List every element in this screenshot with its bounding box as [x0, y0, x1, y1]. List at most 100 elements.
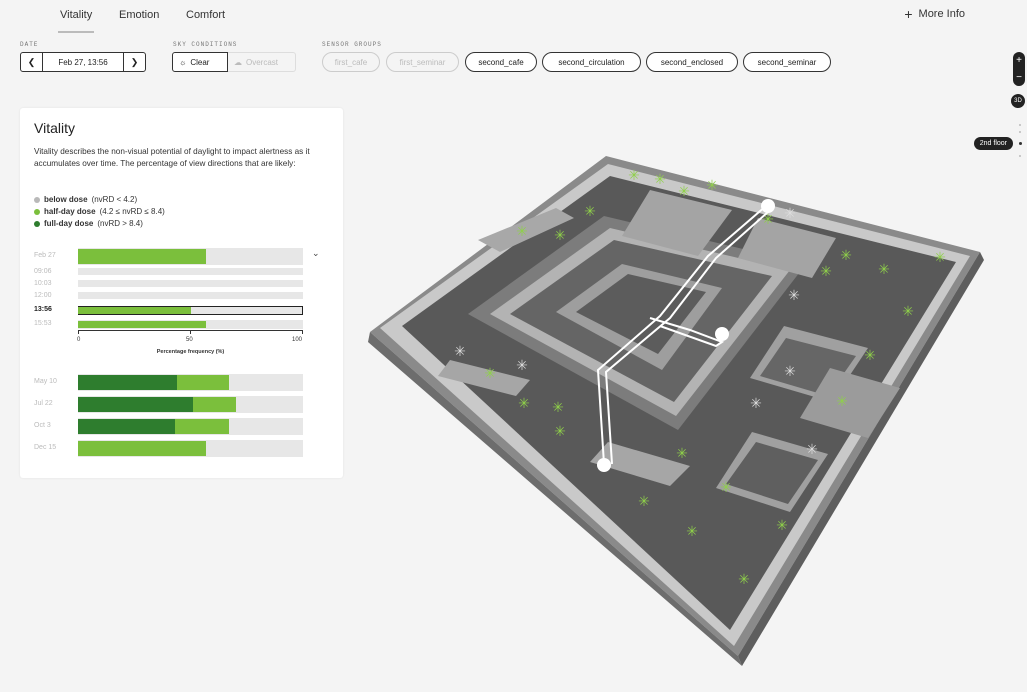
sky-overcast-option[interactable]: ☁ Overcast — [228, 52, 296, 72]
sun-icon: ☼ — [179, 57, 187, 67]
zoom-in-button[interactable]: + — [1016, 55, 1022, 66]
dose-legend: below dose (nvRD < 4.2) half-day dose (4… — [34, 194, 165, 230]
route-node[interactable] — [597, 458, 611, 472]
tab-vitality[interactable]: Vitality — [57, 9, 95, 33]
more-info-label: More Info — [918, 8, 965, 20]
view-3d-toggle[interactable]: 3D — [1011, 94, 1025, 108]
floor-scale-dot — [1019, 155, 1021, 157]
chevron-right-icon[interactable]: ❯ — [123, 53, 145, 71]
row-label[interactable]: 09:06 — [34, 268, 52, 275]
sky-clear-option[interactable]: ☼ Clear — [172, 52, 228, 72]
x-axis-label: Percentage frequency (%) — [156, 349, 225, 355]
floor-indicator-dot — [1019, 142, 1022, 145]
sensor-group-second-seminar[interactable]: second_seminar — [743, 52, 831, 72]
sensor-marker: ✳ — [516, 358, 528, 374]
sensor-marker: ✳ — [484, 366, 496, 382]
sensor-group-second-cafe[interactable]: second_cafe — [465, 52, 537, 72]
sensor-marker: ✳ — [518, 396, 530, 412]
legend-swatch — [34, 221, 40, 227]
sensor-marker: ✳ — [638, 494, 650, 510]
sensor-marker: ✳ — [654, 172, 666, 188]
bar-segment — [78, 441, 207, 456]
bar-segment — [78, 375, 177, 390]
sensor-marker: ✳ — [738, 572, 750, 588]
legend-range: (4.2 ≤ nvRD ≤ 8.4) — [99, 207, 165, 216]
row-label[interactable]: 15:53 — [34, 320, 52, 327]
legend-range: (nvRD < 4.2) — [91, 195, 138, 204]
sensor-group-second-enclosed[interactable]: second_enclosed — [646, 52, 738, 72]
legend-item-below-dose: below dose (nvRD < 4.2) — [34, 194, 165, 206]
sensor-group-first-cafe[interactable]: first_cafe — [322, 52, 380, 72]
date-value: Feb 27, 13:56 — [58, 57, 108, 67]
bar-segment — [78, 397, 193, 412]
sky-overcast-label: Overcast — [246, 57, 279, 67]
season-label[interactable]: May 10 — [34, 378, 57, 385]
legend-swatch — [34, 197, 40, 203]
bar-segment — [78, 419, 175, 434]
panel-title: Vitality — [34, 120, 75, 136]
bar-track[interactable] — [78, 268, 303, 275]
sensor-marker: ✳ — [806, 442, 818, 458]
bar-track[interactable] — [78, 292, 303, 299]
sky-conditions-label: SKY CONDITIONS — [173, 41, 238, 48]
legend-item-full-day-dose: full-day dose (nvRD > 8.4) — [34, 218, 165, 230]
season-label[interactable]: Oct 3 — [34, 422, 51, 429]
legend-name: half-day dose — [44, 207, 96, 216]
bar-segment — [78, 249, 207, 264]
date-selector: ❮ Feb 27, 13:56 ❯ — [20, 52, 146, 72]
sensor-marker: ✳ — [584, 204, 596, 220]
vitality-panel: Vitality Vitality describes the non-visu… — [20, 108, 343, 478]
legend-swatch — [34, 209, 40, 215]
sensor-group-second-circulation[interactable]: second_circulation — [542, 52, 641, 72]
chevron-down-icon[interactable]: ⌄ — [312, 248, 320, 259]
season-label[interactable]: Jul 22 — [34, 400, 53, 407]
zoom-out-button[interactable]: − — [1016, 72, 1022, 83]
sensor-marker: ✳ — [750, 396, 762, 412]
sensor-marker: ✳ — [678, 184, 690, 200]
row-label[interactable]: 10:03 — [34, 280, 52, 287]
sensor-marker: ✳ — [820, 264, 832, 280]
row-label[interactable]: Feb 27 — [34, 252, 56, 259]
sky-clear-label: Clear — [190, 57, 210, 67]
chevron-left-icon[interactable]: ❮ — [21, 53, 43, 71]
row-label[interactable]: 13:56 — [34, 306, 52, 313]
sensor-groups-label: SENSOR GROUPS — [322, 41, 382, 48]
sensor-marker: ✳ — [552, 400, 564, 416]
sensor-marker: ✳ — [686, 524, 698, 540]
sensor-marker: ✳ — [784, 206, 796, 222]
sensor-marker: ✳ — [902, 304, 914, 320]
legend-item-half-day-dose: half-day dose (4.2 ≤ nvRD ≤ 8.4) — [34, 206, 165, 218]
legend-name: full-day dose — [44, 219, 94, 228]
bar-track[interactable] — [78, 280, 303, 287]
tab-emotion[interactable]: Emotion — [119, 9, 159, 21]
floor-plan-render: ✳ ✳ ✳ ✳ ✳ ✳ ✳ ✳ ✳ ✳ ✳ ✳ ✳ ✳ ✳ ✳ ✳ ✳ ✳ ✳ … — [368, 156, 984, 666]
top-nav: Vitality Emotion Comfort + More Info — [0, 0, 1027, 34]
sky-conditions-toggle: ☼ Clear ☁ Overcast — [172, 52, 296, 72]
building-3d-map[interactable]: ✳ ✳ ✳ ✳ ✳ ✳ ✳ ✳ ✳ ✳ ✳ ✳ ✳ ✳ ✳ ✳ ✳ ✳ ✳ ✳ … — [360, 120, 1000, 692]
x-axis-tick — [78, 331, 79, 334]
season-label[interactable]: Dec 15 — [34, 444, 56, 451]
sensor-marker: ✳ — [878, 262, 890, 278]
sensor-marker: ✳ — [720, 480, 732, 496]
tab-comfort[interactable]: Comfort — [186, 9, 225, 21]
bar-segment — [78, 321, 207, 328]
date-label: DATE — [20, 41, 39, 48]
floor-scale-dot — [1019, 131, 1021, 133]
sensor-marker: ✳ — [788, 288, 800, 304]
bar-segment — [174, 419, 229, 434]
sensor-marker: ✳ — [516, 224, 528, 240]
more-info-button[interactable]: + More Info — [904, 6, 965, 22]
plus-icon: + — [904, 6, 913, 22]
row-label[interactable]: 12:00 — [34, 292, 52, 299]
sensor-marker: ✳ — [836, 394, 848, 410]
route-node[interactable] — [761, 199, 775, 213]
bar-segment — [78, 307, 191, 314]
sensor-group-first-seminar[interactable]: first_seminar — [386, 52, 459, 72]
floor-scale-dot — [1019, 124, 1021, 126]
route-node[interactable] — [715, 327, 729, 341]
sensor-marker: ✳ — [706, 178, 718, 194]
sensor-marker: ✳ — [776, 518, 788, 534]
sensor-marker: ✳ — [784, 364, 796, 380]
sensor-marker: ✳ — [864, 348, 876, 364]
x-tick-label: 100 — [292, 337, 303, 343]
